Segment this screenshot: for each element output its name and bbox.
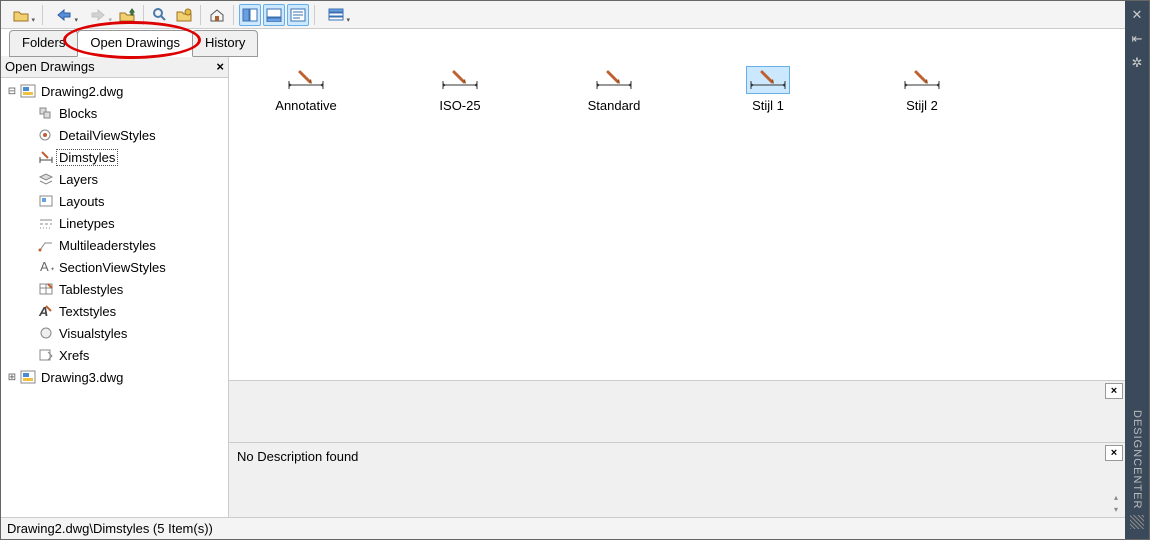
svg-text:A↔: A↔ (40, 260, 54, 274)
tree-collapse-icon[interactable]: ⊟ (5, 86, 19, 97)
forward-button[interactable]: ▾ (82, 4, 114, 26)
item-iso25[interactable]: ISO-25 (395, 64, 525, 115)
tree-node-visualstyles[interactable]: Visualstyles (5, 322, 228, 344)
tree-node-label: Multileaderstyles (57, 238, 158, 253)
tab-folders[interactable]: Folders (9, 30, 78, 57)
palette-pin-icon[interactable]: ⇤ (1132, 31, 1143, 47)
item-label: Stijl 1 (752, 98, 784, 113)
tree-header: Open Drawings × (1, 56, 228, 78)
tree-node-label: Linetypes (57, 216, 117, 231)
dwg-file-icon (19, 369, 37, 385)
detailview-icon (37, 127, 55, 143)
home-button[interactable] (206, 4, 228, 26)
item-label: Standard (588, 98, 641, 113)
tree-node-label: Dimstyles (57, 150, 117, 165)
toolbar: ▾ ▾ ▾ (1, 1, 1125, 29)
tree-node-label: Xrefs (57, 348, 91, 363)
tree-toggle-button[interactable] (239, 4, 261, 26)
layers-icon (37, 171, 55, 187)
tablestyles-icon (37, 281, 55, 297)
tree-node-xrefs[interactable]: Xrefs (5, 344, 228, 366)
sectionview-icon: A↔ (37, 259, 55, 275)
load-button[interactable]: ▾ (5, 4, 37, 26)
multileader-icon (37, 237, 55, 253)
tabs-bar: Folders Open Drawings History (1, 29, 1125, 56)
blocks-icon (37, 105, 55, 121)
visualstyles-icon (37, 325, 55, 341)
back-button[interactable]: ▾ (48, 4, 80, 26)
xrefs-icon (37, 347, 55, 363)
dimstyle-thumb-icon (900, 66, 944, 94)
textstyles-icon: A (37, 303, 55, 319)
description-close-button[interactable]: × (1105, 445, 1123, 461)
tree-node-label: SectionViewStyles (57, 260, 168, 275)
statusbar: Drawing2.dwg\Dimstyles (5 Item(s)) (1, 517, 1125, 539)
item-label: ISO-25 (439, 98, 480, 113)
description-toggle-button[interactable] (287, 4, 309, 26)
tree-node-detailviewstyles[interactable]: DetailViewStyles (5, 124, 228, 146)
item-stijl2[interactable]: Stijl 2 (857, 64, 987, 115)
tree-node-drawing2[interactable]: ⊟ Drawing2.dwg (5, 80, 228, 102)
tree-node-label: Layouts (57, 194, 107, 209)
tree-close-button[interactable]: × (216, 59, 224, 74)
dimstyle-thumb-icon (284, 66, 328, 94)
tree-node-textstyles[interactable]: A Textstyles (5, 300, 228, 322)
tab-history[interactable]: History (192, 30, 258, 57)
item-annotative[interactable]: Annotative (241, 64, 371, 115)
dwg-file-icon (19, 83, 37, 99)
palette-menu-icon[interactable]: ✲ (1132, 55, 1143, 71)
tree-node-dimstyles[interactable]: Dimstyles (5, 146, 228, 168)
dimstyle-thumb-icon (592, 66, 636, 94)
linetypes-icon (37, 215, 55, 231)
views-button[interactable]: ▾ (320, 4, 352, 26)
tree-node-linetypes[interactable]: Linetypes (5, 212, 228, 234)
tree-node-label: Blocks (57, 106, 99, 121)
palette-title: DESIGNCENTER (1131, 410, 1143, 515)
tree-node-multileaderstyles[interactable]: Multileaderstyles (5, 234, 228, 256)
tree-node-label: Drawing3.dwg (39, 370, 125, 385)
tree-header-label: Open Drawings (5, 59, 95, 74)
tree-expand-icon[interactable]: ⊞ (5, 372, 19, 383)
tree-node-label: Layers (57, 172, 100, 187)
tree[interactable]: ⊟ Drawing2.dwg Blocks DetailViewStyles D… (1, 78, 228, 517)
item-stijl1[interactable]: Stijl 1 (703, 64, 833, 115)
tree-node-label: Tablestyles (57, 282, 125, 297)
tree-node-label: Visualstyles (57, 326, 129, 341)
preview-toggle-button[interactable] (263, 4, 285, 26)
dimstyle-icon (37, 149, 55, 165)
item-label: Annotative (275, 98, 336, 113)
tree-node-tablestyles[interactable]: Tablestyles (5, 278, 228, 300)
tree-node-layers[interactable]: Layers (5, 168, 228, 190)
tree-node-drawing3[interactable]: ⊞ Drawing3.dwg (5, 366, 228, 388)
tree-node-label: DetailViewStyles (57, 128, 158, 143)
tab-open-drawings[interactable]: Open Drawings (77, 30, 193, 57)
scroll-down-button[interactable]: ▾ (1109, 503, 1123, 515)
items-area[interactable]: Annotative ISO-25 Standard Stijl 1 Stijl 2 (229, 56, 1125, 381)
palette-close-icon[interactable]: ✕ (1132, 7, 1143, 23)
tree-node-label: Textstyles (57, 304, 118, 319)
dimstyle-thumb-icon (438, 66, 482, 94)
palette-grip[interactable]: ✕ ⇤ ✲ DESIGNCENTER (1125, 1, 1149, 539)
search-button[interactable] (149, 4, 171, 26)
description-text: No Description found (237, 449, 358, 464)
tree-node-layouts[interactable]: Layouts (5, 190, 228, 212)
item-standard[interactable]: Standard (549, 64, 679, 115)
tree-panel: Open Drawings × ⊟ Drawing2.dwg Blocks De… (1, 56, 229, 517)
preview-pane: × (229, 381, 1125, 443)
up-button[interactable] (116, 4, 138, 26)
item-label: Stijl 2 (906, 98, 938, 113)
statusbar-text: Drawing2.dwg\Dimstyles (5 Item(s)) (7, 521, 213, 536)
dimstyle-thumb-icon (746, 66, 790, 94)
tree-node-sectionviewstyles[interactable]: A↔ SectionViewStyles (5, 256, 228, 278)
favorites-button[interactable] (173, 4, 195, 26)
tree-node-label: Drawing2.dwg (39, 84, 125, 99)
scroll-up-button[interactable]: ▴ (1109, 491, 1123, 503)
description-pane: × No Description found ▴ ▾ (229, 443, 1125, 517)
preview-close-button[interactable]: × (1105, 383, 1123, 399)
layouts-icon (37, 193, 55, 209)
tree-node-blocks[interactable]: Blocks (5, 102, 228, 124)
palette-grip-icon[interactable] (1130, 515, 1144, 529)
